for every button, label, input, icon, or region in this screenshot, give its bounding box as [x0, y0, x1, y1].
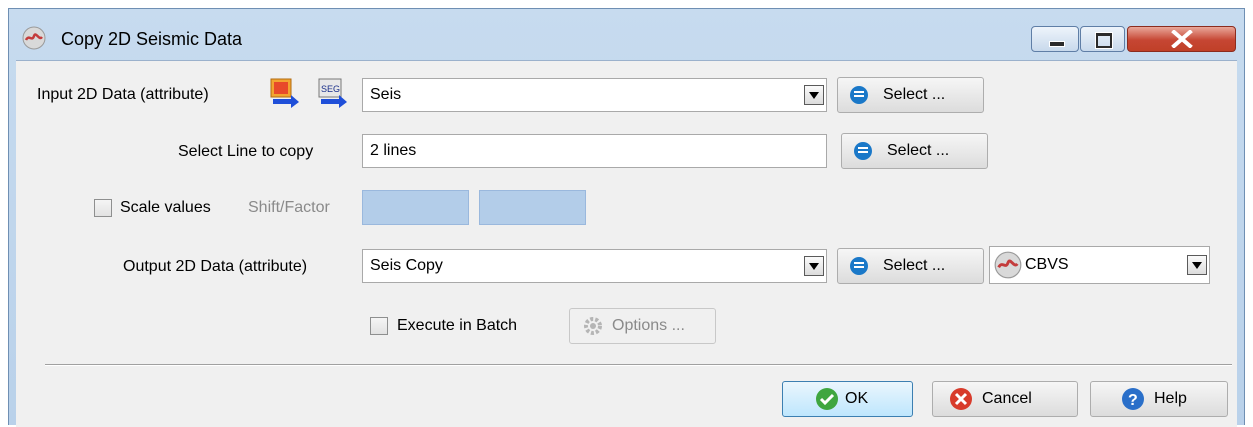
input-data-label: Input 2D Data (attribute) [37, 86, 209, 103]
output-format-combo[interactable]: CBVS [989, 246, 1210, 284]
list-icon [850, 86, 868, 104]
chevron-down-icon[interactable] [1187, 255, 1207, 275]
output-data-label: Output 2D Data (attribute) [123, 258, 308, 275]
input-data-value: Seis [370, 86, 402, 103]
opendtect-format-icon [994, 251, 1022, 279]
close-icon [1171, 30, 1193, 48]
output-select-button[interactable]: Select ... [837, 248, 984, 284]
title-bar[interactable]: Copy 2D Seismic Data [9, 9, 1244, 60]
minimize-button[interactable] [1031, 26, 1079, 52]
cancel-label: Cancel [982, 390, 1032, 407]
line-selection-value: 2 lines [370, 142, 417, 159]
minimize-icon [1049, 41, 1065, 47]
chevron-down-icon[interactable] [804, 85, 824, 105]
svg-text:?: ? [1128, 392, 1138, 409]
help-button[interactable]: ? Help [1090, 381, 1228, 417]
checkmark-icon [816, 388, 838, 410]
svg-text:SEG: SEG [321, 84, 340, 94]
scale-values-label: Scale values [120, 199, 211, 216]
execute-in-batch-checkbox[interactable] [370, 317, 388, 335]
opendtect-app-icon [22, 26, 46, 50]
output-data-value: Seis Copy [370, 257, 443, 274]
cancel-button[interactable]: Cancel [932, 381, 1078, 417]
gear-icon [584, 317, 602, 335]
list-icon [850, 257, 868, 275]
select-line-label: Select Line to copy [178, 143, 314, 160]
output-format-value: CBVS [1025, 256, 1069, 273]
batch-options-button[interactable]: Options ... [569, 308, 716, 344]
output-data-combo[interactable]: Seis Copy [362, 249, 827, 283]
cancel-icon [950, 388, 972, 410]
separator-line [45, 364, 1232, 366]
maximize-button[interactable] [1080, 26, 1125, 52]
batch-options-label: Options ... [612, 317, 685, 334]
input-select-label: Select ... [883, 86, 946, 103]
chevron-down-icon[interactable] [804, 256, 824, 276]
shift-input[interactable] [362, 190, 469, 225]
input-data-combo[interactable]: Seis [362, 78, 827, 112]
segy-import-icon: SEG [318, 78, 347, 108]
help-label: Help [1154, 390, 1187, 407]
ok-label: OK [845, 390, 869, 407]
import-data-button[interactable] [269, 75, 303, 113]
import-file-icon [270, 78, 299, 108]
line-selection-field[interactable]: 2 lines [362, 134, 827, 168]
dialog-window: Copy 2D Seismic Data Input 2D Data (attr… [8, 8, 1245, 427]
factor-input[interactable] [479, 190, 586, 225]
shift-factor-label: Shift/Factor [248, 199, 330, 216]
line-select-button[interactable]: Select ... [841, 133, 988, 169]
list-icon [854, 142, 872, 160]
output-select-label: Select ... [883, 257, 946, 274]
scale-values-checkbox[interactable] [94, 199, 112, 217]
maximize-icon [1095, 32, 1113, 49]
execute-in-batch-label: Execute in Batch [397, 317, 518, 334]
close-button[interactable] [1127, 26, 1236, 52]
ok-button[interactable]: OK [782, 381, 913, 417]
input-select-button[interactable]: Select ... [837, 77, 984, 113]
line-select-label: Select ... [887, 142, 950, 159]
window-title: Copy 2D Seismic Data [61, 29, 243, 49]
dialog-body: Input 2D Data (attribute) SEG Seis Selec… [16, 60, 1237, 427]
help-icon: ? [1122, 388, 1144, 410]
import-segy-button[interactable]: SEG [317, 75, 351, 113]
